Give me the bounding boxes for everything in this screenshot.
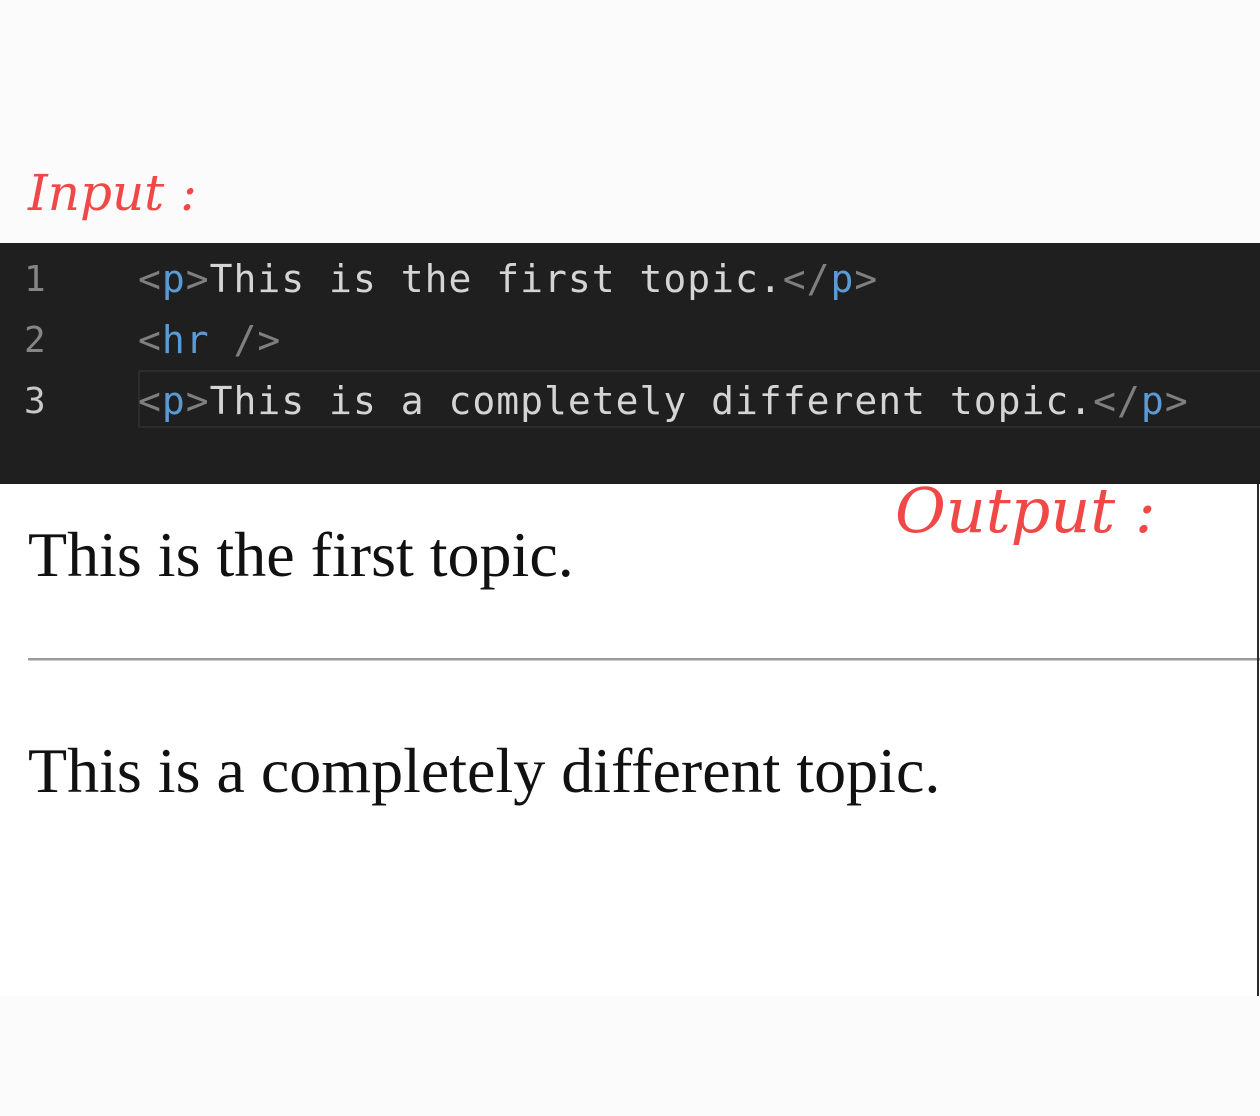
tag-bracket: </ [782,257,831,301]
paragraph-content: This is a completely different topic. [209,379,1094,423]
tag-bracket: > [854,257,879,301]
code-text: <p>This is the first topic.</p> [138,257,878,301]
code-line-2[interactable]: 2 <hr /> [0,312,1260,368]
code-text: <hr /> [138,318,281,362]
output-paragraph-2: This is a completely different topic. [28,735,941,806]
paragraph-content: This is the first topic. [209,257,783,301]
tag-name: hr [161,318,210,362]
tag-name: p [161,379,186,423]
tag-bracket: </ [1093,379,1141,423]
code-text: <p>This is a completely different topic.… [138,379,1189,423]
tag-bracket: < [138,318,162,362]
line-number: 1 [24,258,47,300]
self-closing-bracket: /> [209,318,282,362]
line-number: 3 [24,380,47,422]
tag-bracket: > [1164,379,1189,423]
tag-name: p [830,257,855,301]
tag-bracket: > [185,257,210,301]
code-line-1[interactable]: 1 <p>This is the first topic.</p> [0,251,1260,307]
input-label: Input : [28,164,197,222]
tag-bracket: < [138,257,162,301]
tag-bracket: < [138,379,162,423]
line-number: 2 [24,319,47,361]
code-line-3[interactable]: 3 <p>This is a completely different topi… [0,373,1260,429]
tag-name: p [1140,379,1165,423]
rendered-output: This is the first topic. This is a compl… [0,484,1260,996]
tag-name: p [161,257,186,301]
tag-bracket: > [185,379,210,423]
horizontal-rule [28,658,1260,661]
output-paragraph-1: This is the first topic. [28,519,574,590]
output-label: Output : [895,474,1156,547]
panel-edge [1257,484,1259,996]
code-editor[interactable]: 1 <p>This is the first topic.</p> 2 <hr … [0,243,1260,484]
